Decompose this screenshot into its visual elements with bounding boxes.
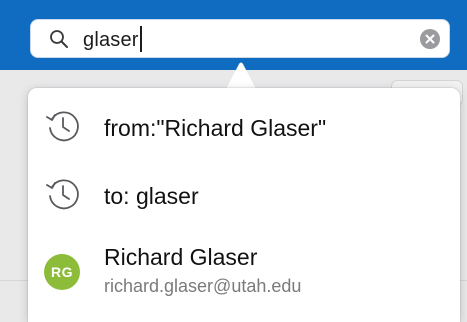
history-icon <box>44 176 80 212</box>
search-icon <box>49 29 69 49</box>
avatar: RG <box>44 254 80 290</box>
suggestion-label: to: glaser <box>104 183 199 209</box>
history-icon <box>44 108 80 144</box>
clear-search-button[interactable] <box>420 29 440 49</box>
suggestion-item-to[interactable]: to: glaser <box>28 164 460 224</box>
contact-name: Richard Glaser <box>104 244 258 270</box>
search-input[interactable]: glaser <box>30 19 450 58</box>
contact-suggestion-item[interactable]: RG Richard Glaser richard.glaser@utah.ed… <box>28 236 460 306</box>
clear-icon <box>425 34 435 44</box>
search-suggestions-dropdown: from:"Richard Glaser" to: glaser RG Rich… <box>28 88 460 322</box>
suggestion-label: from:"Richard Glaser" <box>104 115 327 141</box>
text-caret <box>139 26 142 52</box>
contact-email: richard.glaser@utah.edu <box>104 276 302 296</box>
search-query[interactable]: glaser <box>83 26 142 54</box>
suggestion-item-from[interactable]: from:"Richard Glaser" <box>28 96 460 156</box>
